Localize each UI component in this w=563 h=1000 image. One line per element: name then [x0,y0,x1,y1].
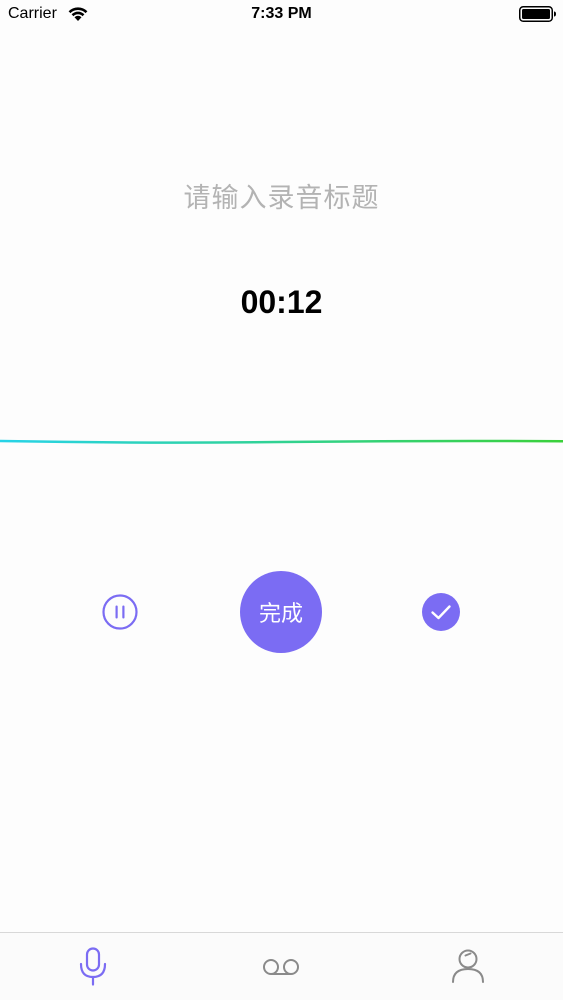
tab-bar [0,932,563,1000]
recording-title-input[interactable]: 请输入录音标题 [0,176,563,215]
voicemail-icon [263,959,299,975]
battery-icon [519,6,557,22]
microphone-icon [79,947,107,986]
status-time: 7:33 PM [251,5,312,22]
confirm-button[interactable] [422,593,460,631]
check-icon [422,593,460,631]
status-bar: Carrier 7:33 PM [0,0,563,30]
audio-waveform [0,439,563,444]
user-icon [452,949,484,983]
recording-screen: Carrier 7:33 PM 请输入录音标题 00:12 完成 [0,0,563,1000]
tab-record[interactable] [53,933,133,1000]
pause-button[interactable] [102,594,138,630]
tab-recordings[interactable] [241,933,321,1000]
tab-profile[interactable] [428,933,508,1000]
done-button[interactable]: 完成 [240,571,322,653]
elapsed-timer: 00:12 [240,284,323,320]
pause-icon [102,594,138,630]
